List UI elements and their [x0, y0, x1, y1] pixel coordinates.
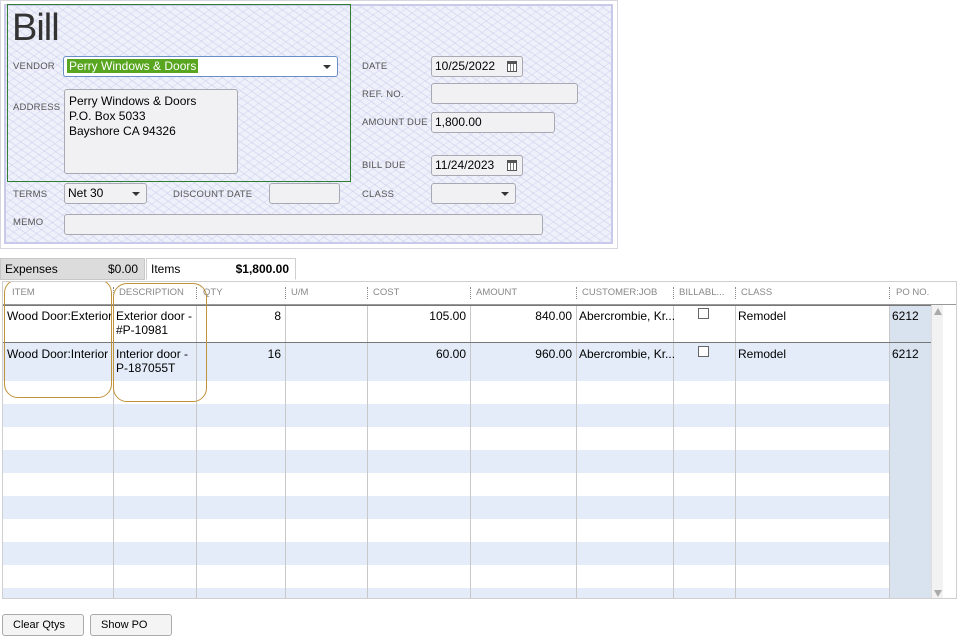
tab-expenses[interactable]: Expenses $0.00 — [0, 258, 145, 280]
address-label: ADDRESS — [13, 102, 61, 113]
column-divider[interactable] — [285, 287, 286, 299]
bill-due-value: 11/24/2023 — [435, 158, 495, 172]
table-row[interactable] — [3, 496, 941, 519]
scroll-down-icon[interactable] — [934, 590, 942, 597]
column-line — [735, 305, 736, 598]
column-header-cost[interactable]: COST — [373, 287, 399, 298]
column-divider[interactable] — [735, 287, 736, 299]
annotation-oval-item — [4, 282, 112, 398]
cell-amount[interactable]: 960.00 — [473, 347, 572, 361]
tab-expenses-label: Expenses — [5, 262, 58, 276]
cell-customer-job[interactable]: Abercrombie, Kr... — [579, 309, 675, 323]
column-line — [470, 305, 471, 598]
bill-due-field[interactable]: 11/24/2023 — [431, 155, 523, 176]
show-po-button[interactable]: Show PO — [90, 614, 172, 636]
table-row[interactable] — [3, 542, 941, 565]
terms-label: TERMS — [13, 189, 48, 200]
tab-items[interactable]: Items $1,800.00 — [146, 258, 296, 280]
column-header-amount[interactable]: AMOUNT — [476, 287, 517, 298]
table-row[interactable] — [3, 450, 941, 473]
table-row[interactable] — [3, 473, 941, 496]
column-line — [285, 305, 286, 598]
amount-due-value: 1,800.00 — [435, 115, 482, 129]
table-row[interactable] — [3, 519, 941, 542]
column-header-class[interactable]: CLASS — [741, 287, 772, 298]
column-header-billable[interactable]: BILLABL... — [679, 287, 724, 298]
vertical-scrollbar[interactable] — [931, 305, 943, 598]
cell-qty[interactable]: 16 — [199, 347, 281, 361]
class-dropdown[interactable] — [431, 183, 516, 204]
column-line — [367, 305, 368, 598]
cell-cost[interactable]: 60.00 — [370, 347, 466, 361]
column-line — [576, 305, 577, 598]
chevron-down-icon[interactable] — [323, 65, 331, 69]
address-field[interactable]: Perry Windows & Doors P.O. Box 5033 Bays… — [64, 89, 238, 174]
cell-class[interactable]: Remodel — [738, 309, 786, 323]
billable-checkbox[interactable] — [698, 346, 709, 357]
chevron-down-icon[interactable] — [132, 192, 140, 196]
class-label: CLASS — [362, 189, 395, 200]
cell-qty[interactable]: 8 — [199, 309, 281, 323]
terms-value: Net 30 — [68, 186, 104, 200]
items-grid: ITEM DESCRIPTION QTY U/M COST AMOUNT CUS… — [2, 281, 957, 599]
page-title: Bill — [12, 7, 60, 49]
discount-date-field[interactable] — [269, 183, 340, 204]
amount-due-field[interactable]: 1,800.00 — [431, 112, 555, 133]
clear-qtys-button[interactable]: Clear Qtys — [2, 614, 84, 636]
tab-items-label: Items — [151, 262, 181, 276]
ref-no-label: REF. NO. — [362, 89, 404, 100]
table-row[interactable] — [3, 588, 941, 598]
column-divider[interactable] — [367, 287, 368, 299]
chevron-down-icon[interactable] — [501, 192, 509, 196]
table-row[interactable] — [3, 565, 941, 588]
column-line — [889, 305, 890, 598]
table-row[interactable] — [3, 427, 941, 450]
column-divider[interactable] — [673, 287, 674, 299]
cell-po-no[interactable]: 6212 — [892, 347, 919, 361]
column-divider[interactable] — [470, 287, 471, 299]
address-line-1: Perry Windows & Doors — [69, 94, 197, 108]
calendar-icon[interactable] — [507, 61, 517, 72]
bill-due-label: BILL DUE — [362, 160, 406, 171]
discount-date-label: DISCOUNT DATE — [173, 189, 253, 200]
calendar-icon[interactable] — [507, 160, 517, 171]
memo-field[interactable] — [64, 214, 543, 235]
cell-class[interactable]: Remodel — [738, 347, 786, 361]
tab-items-amount: $1,800.00 — [235, 262, 289, 276]
cell-po-no[interactable]: 6212 — [892, 309, 919, 323]
memo-label: MEMO — [13, 217, 44, 228]
cell-amount[interactable]: 840.00 — [473, 309, 572, 323]
terms-dropdown[interactable]: Net 30 — [64, 183, 147, 204]
column-divider[interactable] — [576, 287, 577, 299]
column-header-um[interactable]: U/M — [291, 287, 308, 298]
vendor-dropdown[interactable]: Perry Windows & Doors — [63, 56, 338, 77]
date-value: 10/25/2022 — [435, 59, 496, 73]
cell-customer-job[interactable]: Abercrombie, Kr... — [579, 347, 675, 361]
tab-expenses-amount: $0.00 — [107, 262, 138, 276]
date-label: DATE — [362, 61, 388, 72]
annotation-oval-description — [113, 283, 207, 402]
column-header-po-no[interactable]: PO NO. — [896, 287, 929, 298]
ref-no-field[interactable] — [431, 83, 578, 104]
column-divider[interactable] — [889, 287, 890, 299]
vendor-label: VENDOR — [13, 61, 55, 72]
amount-due-label: AMOUNT DUE — [362, 117, 428, 128]
table-row[interactable] — [3, 404, 941, 427]
vendor-value: Perry Windows & Doors — [67, 59, 199, 73]
column-header-customer-job[interactable]: CUSTOMER:JOB — [582, 287, 657, 298]
address-line-2: P.O. Box 5033 — [69, 109, 146, 123]
billable-checkbox[interactable] — [698, 308, 709, 319]
address-line-3: Bayshore CA 94326 — [69, 124, 176, 138]
cell-cost[interactable]: 105.00 — [370, 309, 466, 323]
date-field[interactable]: 10/25/2022 — [431, 56, 523, 77]
scroll-up-icon[interactable] — [934, 308, 942, 315]
